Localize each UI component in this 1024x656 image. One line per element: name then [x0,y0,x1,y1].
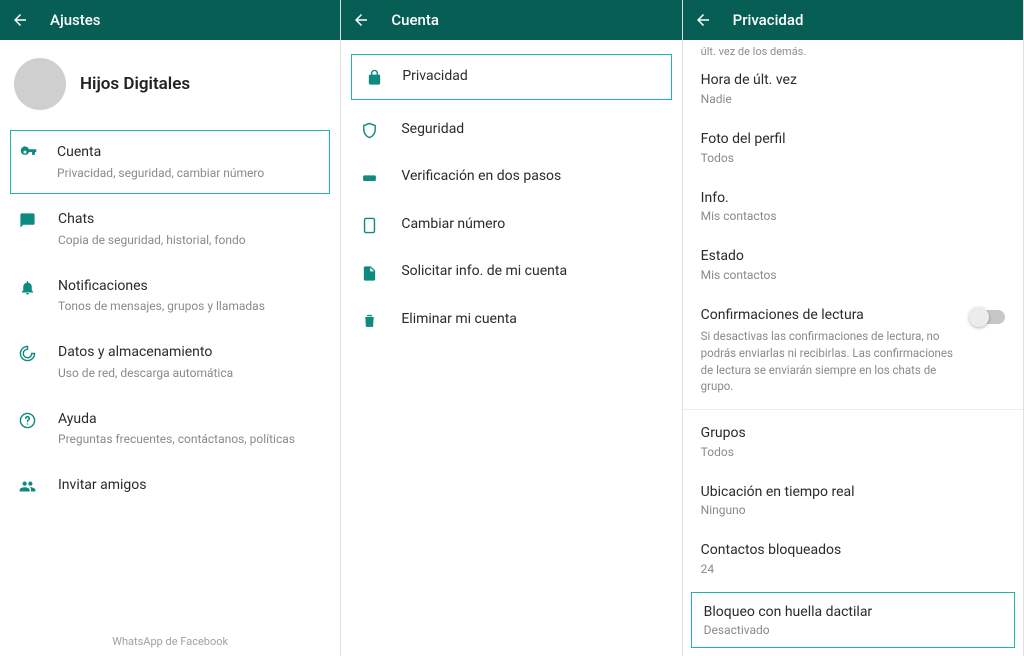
settings-item-invite[interactable]: Invitar amigos [0,462,340,510]
privacy-item-last-seen[interactable]: Hora de últ. vez Nadie [683,59,1023,118]
privacy-item-info[interactable]: Info. Mis contactos [683,177,1023,236]
privacy-item-sub: Todos [701,151,1005,165]
read-receipts-toggle[interactable] [971,310,1005,324]
account-item-2step[interactable]: Verificación en dos pasos [341,153,681,201]
privacy-item-sub: 24 [701,562,1005,576]
privacy-panel: Privacidad últ. vez de los demás. Hora d… [683,0,1024,656]
privacy-item-title: Info. [701,189,1005,209]
document-icon [359,263,379,282]
data-icon [16,343,38,362]
privacy-item-photo[interactable]: Foto del perfil Todos [683,118,1023,177]
settings-item-sub: Copia de seguridad, historial, fondo [58,232,324,249]
settings-item-label: Chats [58,210,324,230]
help-icon [16,410,38,429]
settings-item-label: Datos y almacenamiento [58,343,324,363]
privacy-title: Privacidad [733,11,804,29]
read-receipts-desc: Si desactivas las confirmaciones de lect… [701,328,961,395]
privacy-item-title: Foto del perfil [701,130,1005,150]
privacy-item-title: Estado [701,247,1005,267]
read-receipts-title: Confirmaciones de lectura [701,306,961,326]
avatar [14,58,66,110]
privacy-item-title: Hora de últ. vez [701,71,1005,91]
account-item-label: Verificación en dos pasos [401,167,561,187]
settings-item-sub: Preguntas frecuentes, contáctanos, polít… [58,431,324,448]
footer-note: WhatsApp de Facebook [0,627,340,656]
settings-title: Ajustes [50,11,101,29]
account-item-label: Solicitar info. de mi cuenta [401,262,567,282]
profile-row[interactable]: Hijos Digitales [0,40,340,128]
privacy-item-sub: Desactivado [704,623,1002,637]
privacy-item-sub: Ninguno [701,503,1005,517]
account-item-label: Seguridad [401,120,464,140]
settings-header: Ajustes [0,0,340,40]
lock-icon [364,67,384,86]
account-item-label: Eliminar mi cuenta [401,310,517,330]
account-item-security[interactable]: Seguridad [341,106,681,154]
toggle-knob [969,307,989,327]
settings-item-sub: Tonos de mensajes, grupos y llamadas [58,298,324,315]
privacy-item-read-receipts: Confirmaciones de lectura Si desactivas … [683,294,1023,407]
privacy-item-sub: Mis contactos [701,209,1005,223]
account-item-label: Privacidad [402,67,467,87]
privacy-item-title: Bloqueo con huella dactilar [704,603,1002,623]
divider [683,409,1023,410]
account-item-request-info[interactable]: Solicitar info. de mi cuenta [341,248,681,296]
key-icon [17,143,39,162]
account-item-change-number[interactable]: Cambiar número [341,201,681,249]
account-panel: Cuenta Privacidad Seguridad Verificación… [341,0,682,656]
people-icon [16,476,38,495]
account-title: Cuenta [391,11,439,29]
settings-content: Hijos Digitales Cuenta Privacidad, segur… [0,40,340,627]
settings-item-label: Ayuda [58,410,324,430]
settings-item-label: Notificaciones [58,277,324,297]
privacy-item-sub: Mis contactos [701,268,1005,282]
privacy-content: últ. vez de los demás. Hora de últ. vez … [683,40,1023,656]
back-icon[interactable] [351,10,371,30]
phone-icon [359,215,379,234]
settings-item-notifications[interactable]: Notificaciones Tonos de mensajes, grupos… [0,263,340,329]
back-icon[interactable] [693,10,713,30]
settings-item-help[interactable]: Ayuda Preguntas frecuentes, contáctanos,… [0,396,340,462]
account-content: Privacidad Seguridad Verificación en dos… [341,40,681,656]
privacy-item-status[interactable]: Estado Mis contactos [683,235,1023,294]
password-icon [359,167,379,186]
privacy-item-location[interactable]: Ubicación en tiempo real Ninguno [683,471,1023,530]
shield-icon [359,120,379,139]
account-item-label: Cambiar número [401,215,505,235]
privacy-item-groups[interactable]: Grupos Todos [683,412,1023,471]
settings-item-sub: Uso de red, descarga automática [58,365,324,382]
account-header: Cuenta [341,0,681,40]
settings-panel: Ajustes Hijos Digitales Cuenta Privacida… [0,0,341,656]
privacy-header: Privacidad [683,0,1023,40]
chat-icon [16,210,38,229]
account-item-privacy[interactable]: Privacidad [351,54,671,100]
trash-icon [359,310,379,329]
back-icon[interactable] [10,10,30,30]
settings-item-label: Invitar amigos [58,476,324,496]
privacy-item-sub: Nadie [701,92,1005,106]
privacy-item-blocked[interactable]: Contactos bloqueados 24 [683,529,1023,588]
privacy-top-note: últ. vez de los demás. [683,40,1023,59]
settings-item-label: Cuenta [57,143,319,163]
settings-item-data[interactable]: Datos y almacenamiento Uso de red, desca… [0,329,340,395]
account-item-delete[interactable]: Eliminar mi cuenta [341,296,681,344]
bell-icon [16,277,38,296]
privacy-item-title: Ubicación en tiempo real [701,483,1005,503]
settings-item-chats[interactable]: Chats Copia de seguridad, historial, fon… [0,196,340,262]
privacy-item-fingerprint[interactable]: Bloqueo con huella dactilar Desactivado [691,592,1015,649]
privacy-item-sub: Todos [701,445,1005,459]
privacy-item-title: Grupos [701,424,1005,444]
profile-name: Hijos Digitales [80,74,190,94]
settings-item-account[interactable]: Cuenta Privacidad, seguridad, cambiar nú… [10,130,330,194]
privacy-item-title: Contactos bloqueados [701,541,1005,561]
settings-item-sub: Privacidad, seguridad, cambiar número [57,165,319,182]
